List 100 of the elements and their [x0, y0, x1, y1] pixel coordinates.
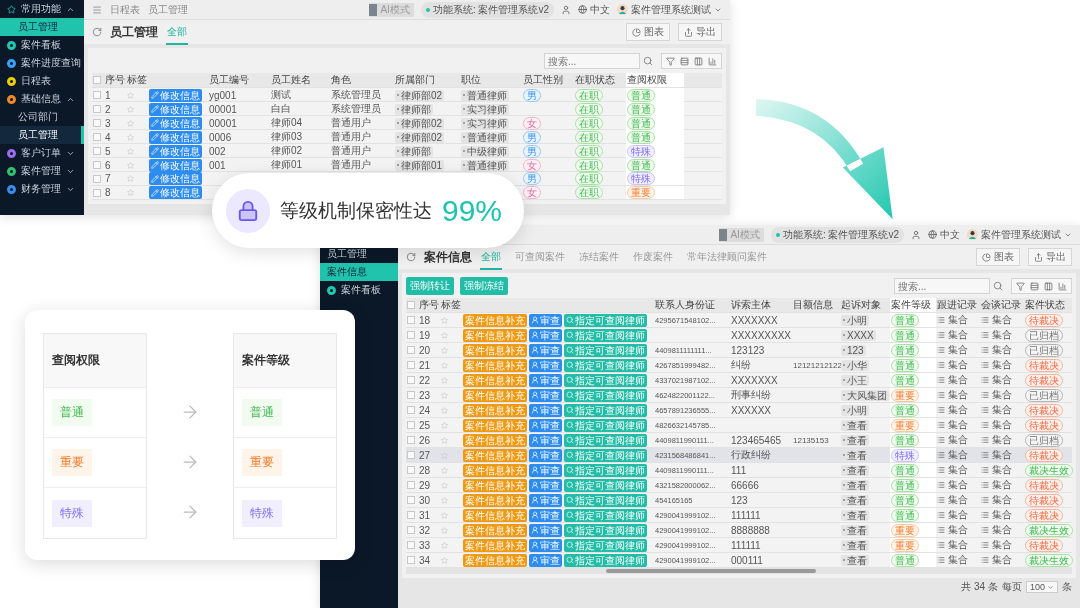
review-button[interactable]: 审查 — [529, 358, 562, 372]
refresh-icon[interactable] — [92, 27, 102, 37]
checkbox[interactable] — [407, 421, 415, 429]
columns-icon[interactable] — [1044, 281, 1053, 291]
checkbox[interactable] — [407, 346, 415, 354]
search-icon[interactable] — [993, 281, 1003, 291]
checkbox[interactable] — [407, 331, 415, 339]
star-icon[interactable] — [441, 526, 448, 534]
checkbox[interactable] — [407, 361, 415, 369]
star-icon[interactable] — [441, 481, 448, 489]
chart-button[interactable]: 图表 — [626, 23, 670, 41]
record-link[interactable]: 集合 — [937, 328, 968, 342]
sidebar-item[interactable]: 财务管理 — [0, 180, 84, 198]
star-icon[interactable] — [441, 436, 448, 444]
star-icon[interactable] — [441, 556, 448, 564]
star-icon[interactable] — [127, 105, 134, 113]
star-icon[interactable] — [441, 541, 448, 549]
star-icon[interactable] — [127, 119, 134, 127]
star-icon[interactable] — [441, 496, 448, 504]
checkbox[interactable] — [407, 466, 415, 474]
search-field[interactable]: 搜索... — [544, 53, 640, 69]
review-button[interactable]: 审查 — [529, 478, 562, 492]
record-link[interactable]: 集合 — [981, 403, 1012, 417]
edit-button[interactable]: 修改信息 — [149, 144, 202, 158]
horizontal-scrollbar[interactable] — [406, 568, 1072, 574]
record-link[interactable]: 集合 — [937, 418, 968, 432]
record-link[interactable]: 集合 — [981, 433, 1012, 447]
review-button[interactable]: 审查 — [529, 328, 562, 342]
edit-button[interactable]: 修改信息 — [149, 88, 202, 102]
bar-chart-icon[interactable] — [708, 56, 717, 66]
checkbox[interactable] — [407, 376, 415, 384]
star-icon[interactable] — [441, 421, 448, 429]
review-button[interactable]: 审查 — [529, 403, 562, 417]
export-button[interactable]: 导出 — [1028, 248, 1072, 266]
checkbox[interactable] — [93, 133, 101, 141]
review-button[interactable]: 审查 — [529, 343, 562, 357]
star-icon[interactable] — [441, 406, 448, 414]
table-row[interactable]: 19 案件信息补充 审查 指定可查阅律师 XXXXXXXXX XXXX 普通 集合 集合 已归档 — [406, 328, 1072, 343]
record-link[interactable]: 集合 — [981, 313, 1012, 327]
system-selector[interactable]: 功能系统: 案件管理系统v2 — [770, 226, 904, 243]
user-menu[interactable]: 案件管理系统测试 — [967, 227, 1072, 242]
record-link[interactable]: 集合 — [981, 493, 1012, 507]
review-button[interactable]: 审查 — [529, 388, 562, 402]
star-icon[interactable] — [441, 376, 448, 384]
sidebar-item[interactable]: 日程表 — [0, 72, 84, 90]
record-link[interactable]: 集合 — [981, 478, 1012, 492]
record-link[interactable]: 集合 — [937, 388, 968, 402]
review-button[interactable]: 审查 — [529, 448, 562, 462]
review-button[interactable]: 审查 — [529, 553, 562, 567]
record-link[interactable]: 集合 — [937, 343, 968, 357]
record-link[interactable]: 集合 — [937, 358, 968, 372]
edit-button[interactable]: 修改信息 — [149, 158, 202, 172]
person-icon[interactable] — [561, 4, 571, 15]
sidebar-item[interactable]: 基础信息 — [0, 90, 84, 108]
checkbox[interactable] — [407, 301, 415, 309]
search-field[interactable]: 搜索... — [894, 278, 990, 294]
star-icon[interactable] — [127, 189, 134, 196]
review-button[interactable]: 审查 — [529, 418, 562, 432]
review-button[interactable]: 审查 — [529, 313, 562, 327]
checkbox[interactable] — [407, 436, 415, 444]
sidebar-item[interactable]: 公司部门 — [0, 108, 84, 126]
sidebar-item[interactable]: 员工管理 — [320, 245, 398, 263]
record-link[interactable]: 集合 — [981, 388, 1012, 402]
person-icon[interactable] — [911, 229, 921, 240]
sidebar-item[interactable]: 客户订单 — [0, 144, 84, 162]
record-link[interactable]: 集合 — [937, 538, 968, 552]
review-button[interactable]: 审查 — [529, 493, 562, 507]
review-button[interactable]: 审查 — [529, 463, 562, 477]
columns-icon[interactable] — [694, 56, 703, 66]
edit-button[interactable]: 修改信息 — [149, 116, 202, 130]
record-link[interactable]: 集合 — [937, 373, 968, 387]
checkbox[interactable] — [407, 496, 415, 504]
star-icon[interactable] — [441, 316, 448, 324]
star-icon[interactable] — [441, 511, 448, 519]
checkbox[interactable] — [93, 188, 101, 197]
star-icon[interactable] — [127, 133, 134, 141]
checkbox[interactable] — [407, 511, 415, 519]
sidebar-item[interactable]: 员工管理 — [0, 18, 84, 36]
checkbox[interactable] — [407, 526, 415, 534]
rows-icon[interactable] — [680, 56, 689, 66]
edit-button[interactable]: 修改信息 — [149, 186, 202, 199]
edit-button[interactable]: 修改信息 — [149, 130, 202, 144]
checkbox[interactable] — [93, 76, 101, 84]
star-icon[interactable] — [441, 391, 448, 399]
checkbox[interactable] — [407, 406, 415, 414]
record-link[interactable]: 集合 — [981, 448, 1012, 462]
star-icon[interactable] — [441, 346, 448, 354]
record-link[interactable]: 集合 — [937, 553, 968, 567]
checkbox[interactable] — [407, 316, 415, 324]
record-link[interactable]: 集合 — [981, 418, 1012, 432]
record-link[interactable]: 集合 — [981, 523, 1012, 537]
system-selector[interactable]: 功能系统: 案件管理系统v2 — [420, 1, 554, 18]
record-link[interactable]: 集合 — [981, 358, 1012, 372]
sidebar-item[interactable]: 员工管理 — [0, 126, 84, 144]
rows-icon[interactable] — [1030, 281, 1039, 291]
checkbox[interactable] — [407, 541, 415, 549]
record-link[interactable]: 集合 — [937, 463, 968, 477]
breadcrumb-link[interactable]: 日程表 — [110, 2, 140, 17]
review-button[interactable]: 审查 — [529, 508, 562, 522]
record-link[interactable]: 集合 — [937, 493, 968, 507]
